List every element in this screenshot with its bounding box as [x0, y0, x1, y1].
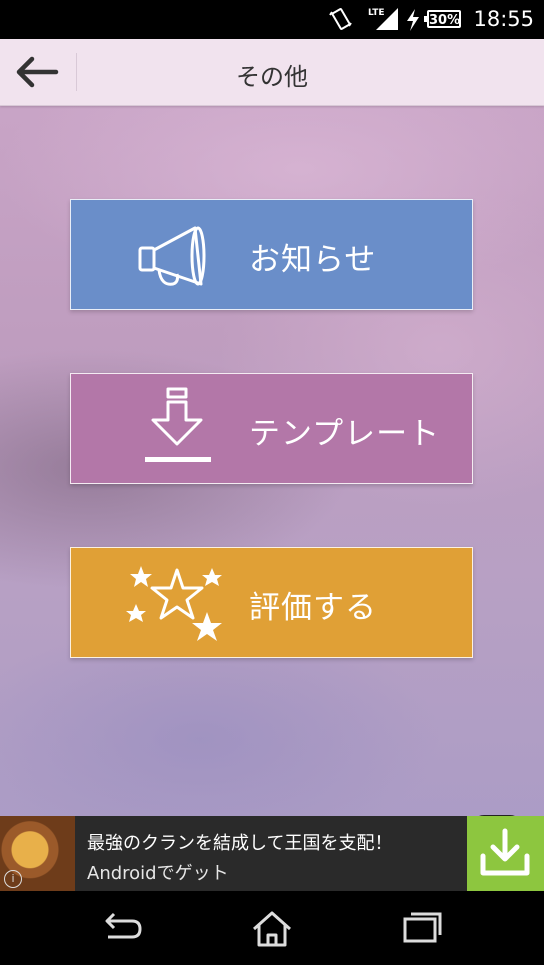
home-icon[interactable]: [250, 909, 294, 949]
ad-download-button[interactable]: [467, 816, 544, 891]
status-bar: LTE 30% 18:55: [0, 0, 544, 39]
ad-headline[interactable]: 最強のクランを結成して王国を支配！: [87, 829, 392, 855]
stars-icon: [126, 566, 222, 641]
recent-apps-icon[interactable]: [402, 909, 442, 945]
back-icon[interactable]: [100, 909, 144, 945]
navigation-bar: [0, 891, 544, 965]
news-button[interactable]: お知らせ: [70, 199, 473, 310]
rate-label: 評価する: [249, 590, 377, 626]
title-bar: その他: [0, 39, 544, 106]
download-icon: [145, 387, 211, 462]
ad-banner[interactable]: i 最強のクランを結成して王国を支配！ Androidでゲット: [0, 816, 544, 891]
charging-icon: [407, 9, 419, 31]
battery-indicator: 30%: [424, 10, 461, 28]
signal-icon: LTE: [368, 8, 398, 30]
ad-info-icon[interactable]: i: [4, 870, 22, 888]
clock: 18:55: [473, 7, 534, 31]
megaphone-icon: [138, 226, 206, 286]
vibrate-icon: [329, 8, 352, 30]
template-label: テンプレート: [249, 416, 441, 452]
news-label: お知らせ: [249, 242, 377, 278]
page-title: その他: [236, 63, 308, 91]
rate-button[interactable]: 評価する: [70, 547, 473, 658]
ad-subline[interactable]: Androidでゲット: [87, 859, 229, 885]
app-content: その他 お知らせ テンプレート 評価する: [0, 39, 544, 891]
download-arrow-icon: [480, 828, 530, 876]
network-label: LTE: [368, 8, 385, 18]
template-button[interactable]: テンプレート: [70, 373, 473, 484]
